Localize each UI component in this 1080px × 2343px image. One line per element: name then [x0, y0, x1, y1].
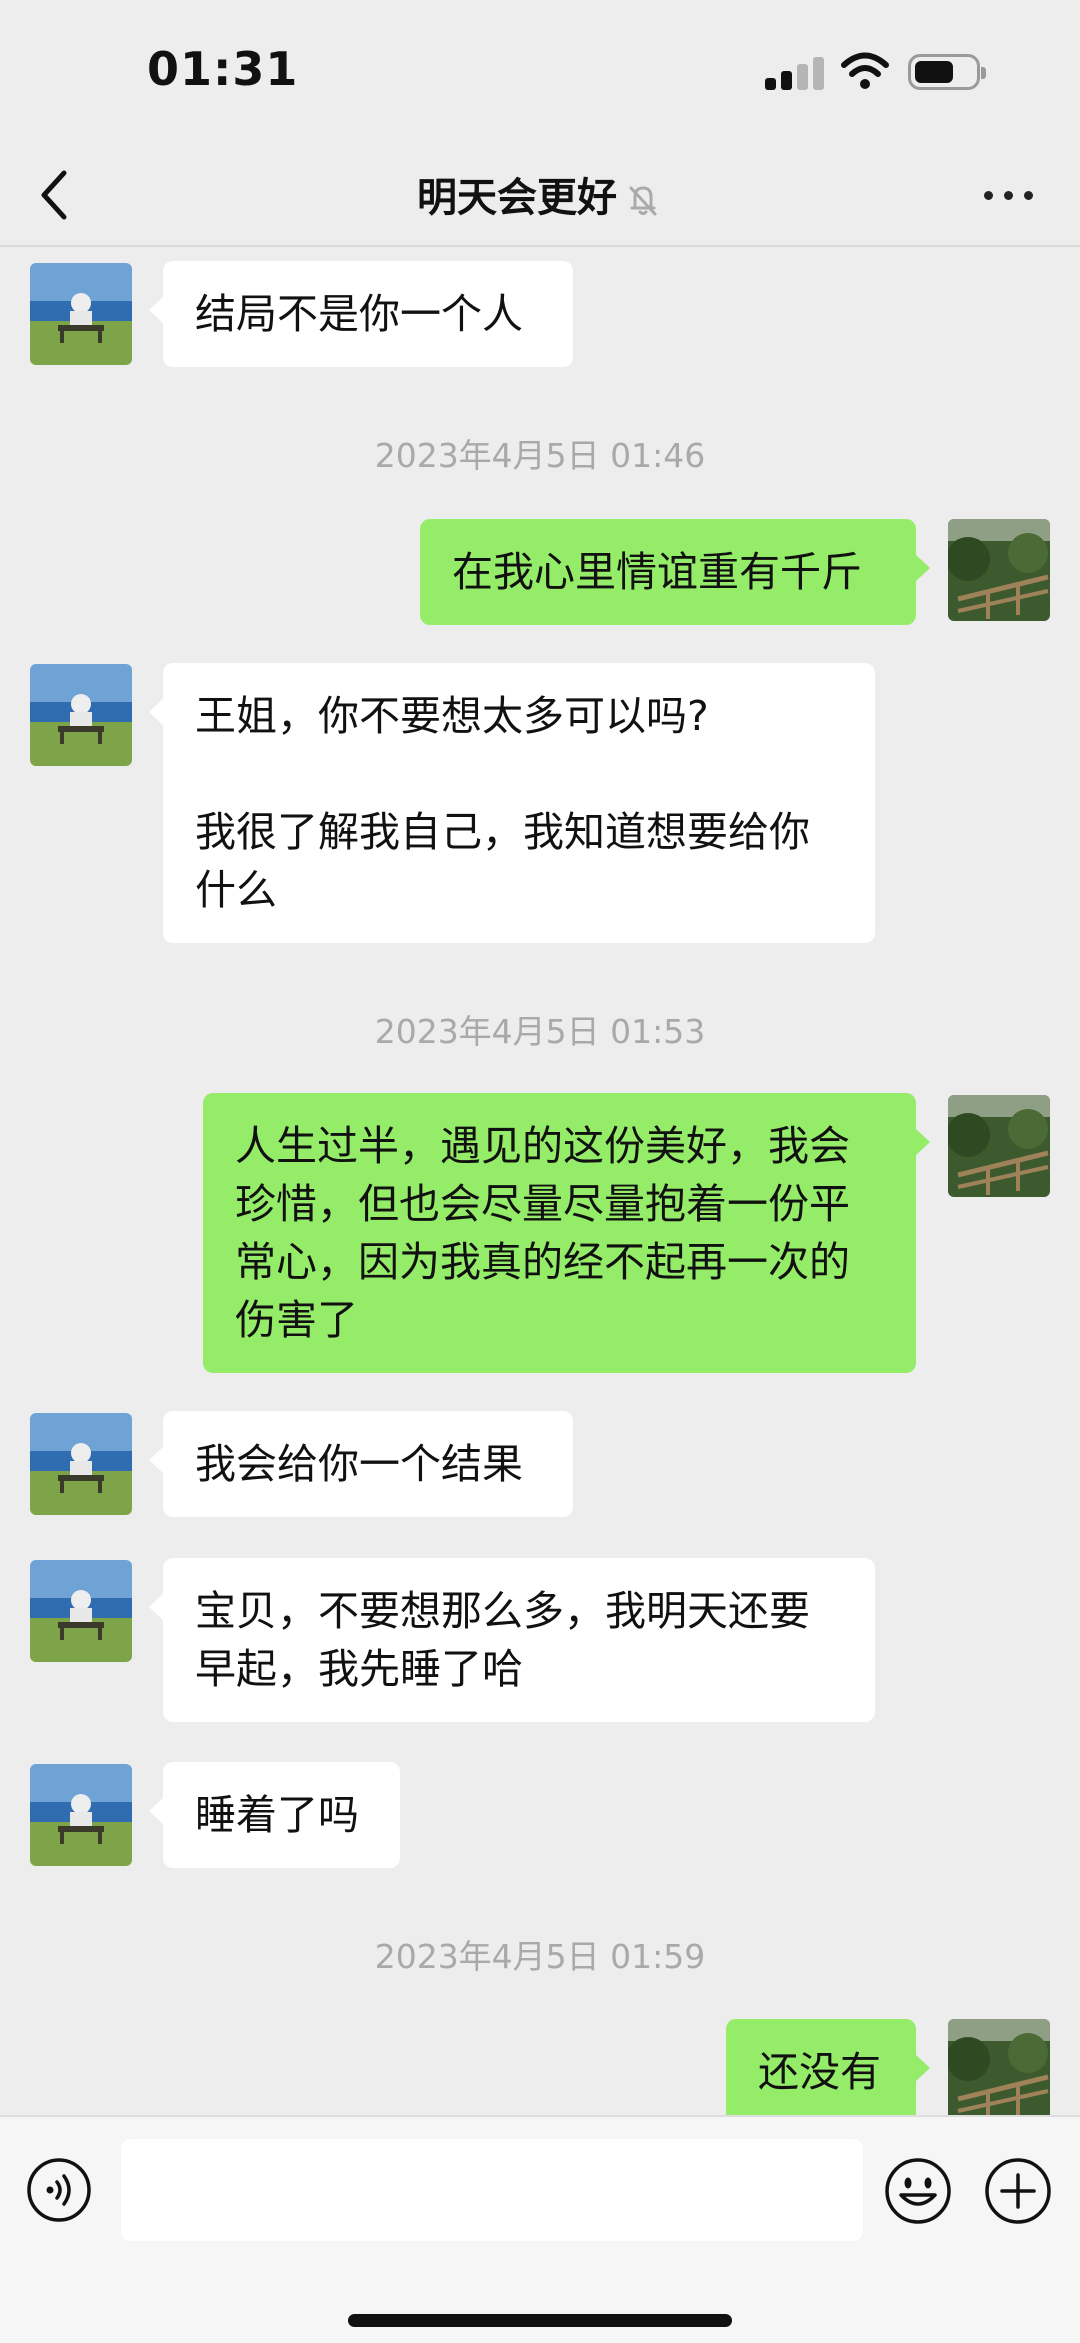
- cellular-signal-icon: [765, 56, 825, 90]
- home-indicator: [348, 2314, 732, 2327]
- message-input[interactable]: [121, 2139, 863, 2241]
- message-text[interactable]: 我会给你一个结果: [149, 1411, 573, 1517]
- chat-title-area[interactable]: 明天会更好: [0, 165, 1080, 223]
- message-text[interactable]: 还没有: [726, 2019, 930, 2115]
- emoji-icon[interactable]: [884, 2157, 952, 2225]
- timestamp: 2023年4月5日 01:59: [374, 1937, 706, 1976]
- my-avatar-image: [948, 1095, 1050, 1197]
- my-avatar[interactable]: [948, 1095, 1050, 1197]
- input-bar: [0, 2115, 1080, 2343]
- my-avatar[interactable]: [948, 2019, 1050, 2115]
- more-options-icon[interactable]: [984, 185, 1034, 205]
- contact-avatar-image: [30, 263, 132, 365]
- status-time: 01:31: [147, 42, 299, 96]
- timestamp: 2023年4月5日 01:53: [374, 1012, 706, 1051]
- plus-icon[interactable]: [984, 2157, 1052, 2225]
- nav-bar: 明天会更好: [0, 145, 1080, 247]
- voice-icon[interactable]: [26, 2157, 92, 2223]
- contact-avatar[interactable]: [30, 664, 132, 766]
- message-text[interactable]: 睡着了吗: [149, 1762, 400, 1868]
- contact-avatar-image: [30, 1560, 132, 1662]
- bell-slash-icon: [629, 186, 657, 216]
- chat-title: 明天会更好: [417, 175, 617, 221]
- contact-avatar[interactable]: [30, 1413, 132, 1515]
- message-text[interactable]: 王姐，你不要想太多可以吗? 我很了解我自己，我知道想要给你什么: [149, 663, 875, 943]
- contact-avatar[interactable]: [30, 263, 132, 365]
- my-avatar-image: [948, 2019, 1050, 2115]
- message-text[interactable]: 在我心里情谊重有千斤: [420, 519, 930, 625]
- message-text[interactable]: 人生过半，遇见的这份美好，我会珍惜，但也会尽量尽量抱着一份平常心，因为我真的经不…: [203, 1093, 930, 1373]
- battery-icon: [908, 54, 986, 90]
- contact-avatar-image: [30, 1413, 132, 1515]
- status-bar: 01:31: [0, 0, 1080, 145]
- my-avatar[interactable]: [948, 519, 1050, 621]
- message-text[interactable]: 结局不是你一个人: [149, 261, 573, 367]
- my-avatar-image: [948, 519, 1050, 621]
- message-text[interactable]: 宝贝，不要想那么多，我明天还要早起，我先睡了哈: [149, 1558, 875, 1722]
- contact-avatar[interactable]: [30, 1560, 132, 1662]
- contact-avatar[interactable]: [30, 1764, 132, 1866]
- contact-avatar-image: [30, 1764, 132, 1866]
- chat-area[interactable]: 结局不是你一个人 2023年4月5日 01:46 在我心里情谊重有千斤 王姐，你…: [0, 247, 1080, 2115]
- wifi-icon: [841, 52, 889, 89]
- timestamp: 2023年4月5日 01:46: [374, 436, 706, 475]
- contact-avatar-image: [30, 664, 132, 766]
